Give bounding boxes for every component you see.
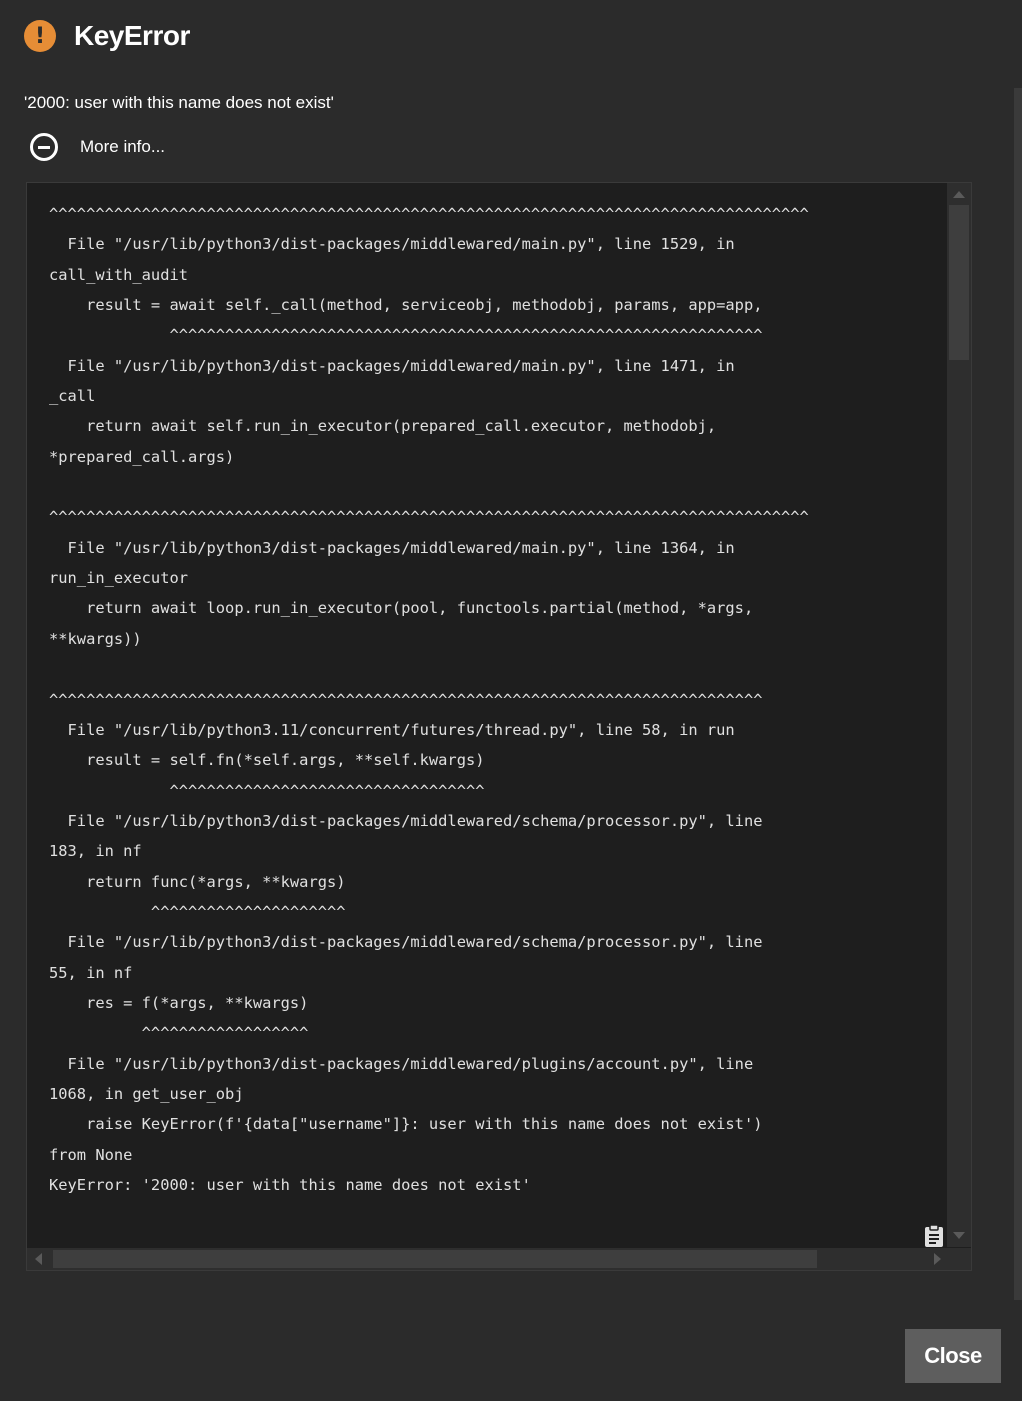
error-dialog: ! KeyError '2000: user with this name do…: [0, 0, 1022, 1401]
close-button[interactable]: Close: [905, 1329, 1001, 1383]
traceback-panel[interactable]: ^^^^^^^^^^^^^^^^^^^^^^^^^^^^^^^^^^^^^^^^…: [26, 182, 972, 1271]
traceback-text[interactable]: ^^^^^^^^^^^^^^^^^^^^^^^^^^^^^^^^^^^^^^^^…: [49, 199, 949, 1200]
clipboard-icon[interactable]: [924, 1224, 944, 1248]
vertical-scrollbar[interactable]: [947, 183, 971, 1247]
vertical-scroll-thumb[interactable]: [949, 205, 969, 360]
minus-circle-icon[interactable]: [30, 133, 58, 161]
scroll-left-arrow-icon[interactable]: [35, 1253, 42, 1265]
error-message: '2000: user with this name does not exis…: [24, 93, 334, 112]
more-info-label[interactable]: More info...: [80, 137, 165, 157]
warning-circle-icon: !: [24, 20, 56, 52]
horizontal-scroll-thumb[interactable]: [53, 1250, 817, 1268]
scroll-down-arrow-icon[interactable]: [953, 1232, 965, 1239]
dialog-header: ! KeyError: [24, 18, 190, 54]
more-info-toggle[interactable]: More info...: [30, 133, 165, 161]
horizontal-scrollbar[interactable]: [27, 1248, 971, 1270]
dialog-scrollbar[interactable]: [1014, 88, 1022, 1300]
scroll-up-arrow-icon[interactable]: [953, 191, 965, 198]
dialog-title: KeyError: [74, 20, 190, 51]
scroll-right-arrow-icon[interactable]: [934, 1253, 941, 1265]
